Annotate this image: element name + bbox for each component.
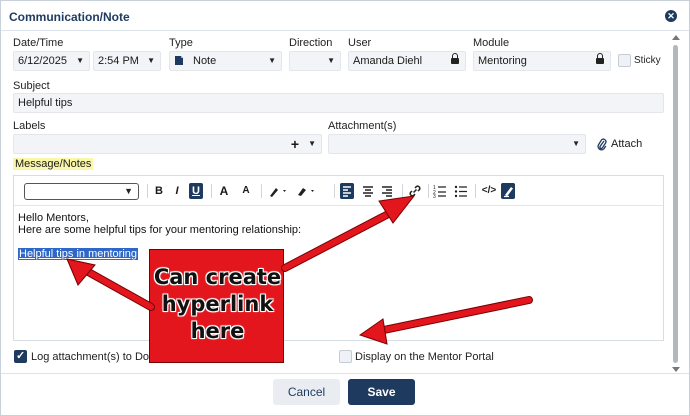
scroll-up-arrow-icon[interactable] [672, 35, 680, 40]
chevron-down-icon: ▼ [327, 56, 335, 65]
sticky-label: Sticky [634, 55, 661, 66]
subject-input[interactable]: Helpful tips [13, 93, 664, 113]
message-line-2: Here are some helpful tips for your ment… [18, 224, 302, 236]
time-value: 2:54 PM [98, 55, 139, 67]
attach-label: Attach [611, 138, 643, 150]
dialog-titlebar: Communication/Note ✕ [1, 1, 689, 31]
chevron-down-icon: ▼ [124, 186, 133, 196]
chevron-down-icon: ▼ [572, 139, 580, 148]
bold-button[interactable]: B [153, 183, 165, 199]
annotation-line-1: Can create [153, 265, 282, 289]
decrease-font-button[interactable]: A [239, 183, 253, 199]
bullet-list-icon[interactable] [454, 183, 468, 199]
lock-icon [451, 53, 459, 65]
annotation-line-3: here [190, 319, 245, 343]
date-value: 6/12/2025 [18, 55, 67, 67]
subject-label: Subject [13, 80, 50, 92]
add-label-icon[interactable]: + [291, 135, 299, 153]
footer-divider [1, 373, 689, 374]
editor-content[interactable]: Hello Mentors, Here are some helpful tip… [18, 212, 301, 236]
clear-format-icon[interactable] [501, 183, 515, 199]
source-code-button[interactable]: </> [480, 183, 498, 199]
highlight-color-icon[interactable] [295, 183, 317, 199]
log-attachments-checkbox[interactable] [14, 349, 27, 363]
toolbar-divider [475, 184, 476, 198]
cancel-button[interactable]: Cancel [273, 379, 340, 405]
scrollbar-thumb[interactable] [673, 45, 678, 363]
type-label: Type [169, 37, 193, 49]
labels-select[interactable]: + ▼ [13, 134, 322, 154]
toolbar-divider [147, 184, 148, 198]
rich-text-editor[interactable]: ▼ B I U A A 1 2 3 </> Hello Mentors, Her… [13, 175, 664, 341]
sticky-checkbox[interactable] [618, 54, 631, 67]
datetime-label: Date/Time [13, 37, 64, 49]
labels-label: Labels [13, 120, 46, 132]
note-icon [175, 56, 183, 65]
italic-button[interactable]: I [171, 183, 183, 199]
scroll-down-arrow-icon[interactable] [672, 367, 680, 372]
paperclip-icon [597, 138, 607, 151]
insert-link-icon[interactable] [407, 183, 423, 199]
time-select[interactable]: 2:54 PM ▼ [93, 51, 161, 71]
attachments-select[interactable]: ▼ [328, 134, 586, 154]
align-right-icon[interactable] [380, 183, 394, 199]
selected-hyperlink-text[interactable]: Helpful tips in mentoring [18, 248, 139, 260]
direction-select[interactable]: ▼ [289, 51, 341, 71]
dialog-scrollbar[interactable] [671, 33, 680, 373]
message-notes-label: Message/Notes [13, 158, 94, 170]
format-select[interactable]: ▼ [24, 183, 139, 200]
increase-font-button[interactable]: A [217, 183, 231, 199]
underline-button[interactable]: U [189, 183, 203, 199]
user-value: Amanda Diehl [353, 55, 423, 67]
module-field: Mentoring [473, 51, 611, 71]
user-label: User [348, 37, 372, 49]
module-label: Module [473, 37, 510, 49]
toolbar-divider [402, 184, 403, 198]
mentor-portal-checkbox[interactable] [339, 350, 352, 363]
user-field: Amanda Diehl [348, 51, 466, 71]
subject-value: Helpful tips [18, 97, 73, 109]
close-icon[interactable]: ✕ [665, 10, 677, 22]
toolbar-divider [428, 184, 429, 198]
type-value: Note [193, 55, 217, 67]
chevron-down-icon: ▼ [76, 56, 84, 65]
toolbar-divider [334, 184, 335, 198]
ordered-list-icon[interactable]: 1 2 3 [433, 183, 447, 199]
mentor-portal-label: Display on the Mentor Portal [355, 351, 494, 363]
align-left-icon[interactable] [340, 183, 354, 199]
toolbar-divider [211, 184, 212, 198]
editor-toolbar: ▼ B I U A A 1 2 3 </> [14, 176, 663, 206]
annotation-line-2: hyperlink [161, 292, 274, 316]
chevron-down-icon: ▼ [147, 56, 155, 65]
align-center-icon[interactable] [361, 183, 375, 199]
annotation-text: Can create hyperlink here [150, 264, 285, 345]
date-select[interactable]: 6/12/2025 ▼ [13, 51, 90, 71]
save-button[interactable]: Save [348, 379, 415, 405]
direction-label: Direction [289, 37, 333, 49]
lock-icon [596, 53, 604, 65]
module-value: Mentoring [478, 55, 527, 67]
message-line-1: Hello Mentors, [18, 212, 89, 224]
text-color-icon[interactable] [267, 183, 289, 199]
communication-note-dialog: Communication/Note ✕ Date/Time Type Dire… [0, 0, 690, 416]
attachments-label: Attachment(s) [328, 120, 397, 132]
chevron-down-icon: ▼ [308, 139, 316, 148]
svg-text:3: 3 [433, 194, 436, 199]
log-attachments-label: Log attachment(s) to Doc [31, 351, 155, 363]
toolbar-divider [261, 184, 262, 198]
chevron-down-icon: ▼ [268, 56, 276, 65]
annotation-callout: Can create hyperlink here [149, 249, 284, 363]
dialog-title: Communication/Note [9, 10, 130, 24]
type-select[interactable]: Note ▼ [169, 51, 282, 71]
